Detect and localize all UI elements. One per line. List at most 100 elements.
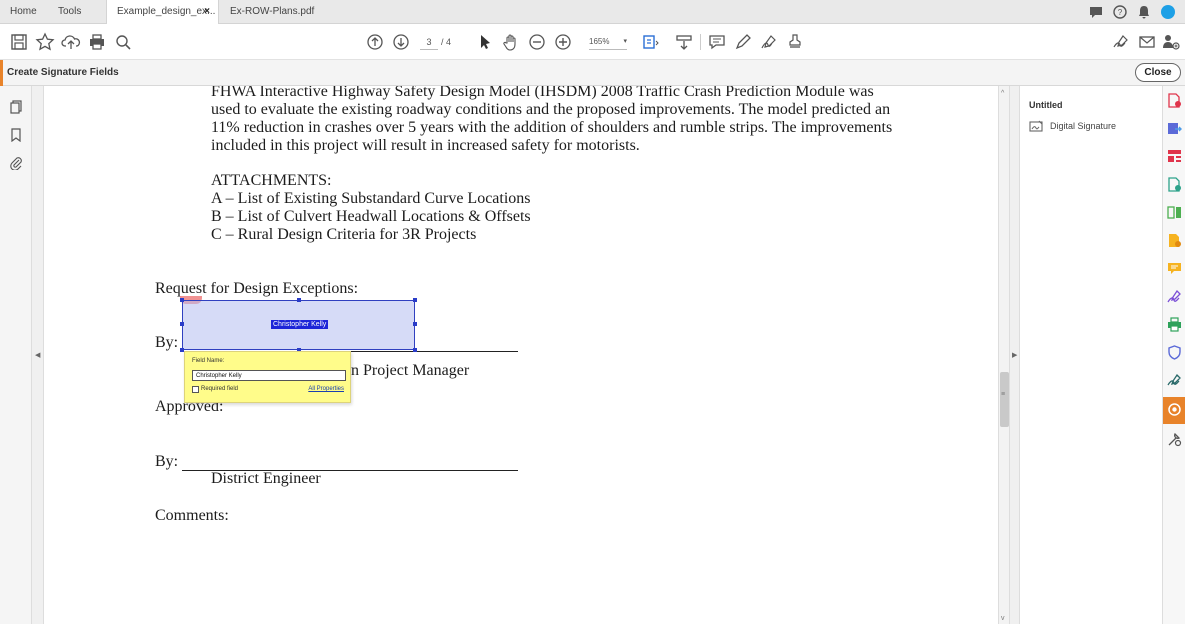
- hand-tool-icon[interactable]: [501, 32, 521, 52]
- required-field-label: Required field: [201, 386, 239, 392]
- paragraph-line: included in this project will result in …: [211, 137, 640, 154]
- document-scrollbar[interactable]: ^ ≡ v: [998, 86, 1010, 624]
- protect-icon[interactable]: [1166, 344, 1183, 361]
- fit-page-icon[interactable]: [641, 32, 661, 52]
- left-nav-rail: [0, 86, 32, 624]
- toolbar-divider: [700, 34, 701, 50]
- attachment-item: B – List of Culvert Headwall Locations &…: [211, 208, 531, 225]
- signature-field[interactable]: Christopher Kelly: [180, 298, 417, 352]
- next-page-icon[interactable]: [391, 32, 411, 52]
- page-number-input[interactable]: 3: [420, 34, 438, 50]
- chevron-down-icon: ▾: [623, 38, 627, 45]
- prepare-form-active[interactable]: [1163, 397, 1185, 424]
- attachment-icon[interactable]: [9, 156, 23, 170]
- resize-handle[interactable]: [180, 322, 184, 326]
- compare-files-icon[interactable]: [1166, 204, 1183, 221]
- required-field-checkbox[interactable]: [192, 386, 199, 393]
- chevron-right-icon: ▶: [1012, 352, 1018, 359]
- organize-pages-icon[interactable]: [1166, 148, 1183, 165]
- comment-tool-rail-icon[interactable]: [1166, 260, 1183, 277]
- comment-tool-icon[interactable]: [707, 32, 727, 52]
- tab-document-label: Example_design_ex...: [117, 6, 216, 17]
- add-user-icon[interactable]: [1161, 32, 1181, 52]
- role-label-1: n Project Manager: [351, 362, 470, 379]
- paragraph-line: FHWA Interactive Highway Safety Design M…: [211, 86, 874, 100]
- left-panel-toggle[interactable]: ◀: [32, 86, 44, 624]
- zoom-out-icon[interactable]: [527, 32, 547, 52]
- attachment-item: A – List of Existing Substandard Curve L…: [211, 190, 531, 207]
- select-cursor-icon[interactable]: [475, 32, 495, 52]
- svg-text:?: ?: [1118, 8, 1123, 17]
- chevron-left-icon: ◀: [35, 352, 41, 359]
- prev-page-icon[interactable]: [365, 32, 385, 52]
- sign-icon[interactable]: [1111, 32, 1131, 52]
- resize-handle[interactable]: [297, 298, 301, 302]
- fields-panel: Untitled Digital Signature: [1020, 86, 1162, 624]
- edit-pdf-icon[interactable]: [1166, 176, 1183, 193]
- resize-handle[interactable]: [413, 348, 417, 352]
- create-pdf-icon[interactable]: [1166, 92, 1183, 109]
- paragraph-line: 11% reduction in crashes over 5 years wi…: [211, 119, 893, 136]
- upload-cloud-icon[interactable]: [61, 32, 81, 52]
- scroll-down-icon[interactable]: v: [1001, 615, 1005, 622]
- email-icon[interactable]: [1137, 32, 1157, 52]
- field-name-label: Field Name:: [192, 358, 225, 364]
- bookmark-icon[interactable]: [9, 128, 23, 142]
- user-avatar-icon[interactable]: [1160, 4, 1176, 20]
- tab-home[interactable]: Home: [10, 0, 37, 24]
- tab-bar: Home Tools Example_design_ex... × Ex-ROW…: [0, 0, 1185, 25]
- comments-label: Comments:: [155, 507, 229, 524]
- print-production-icon[interactable]: [1166, 316, 1183, 333]
- by-label-2: By:: [155, 453, 179, 470]
- zoom-in-icon[interactable]: [553, 32, 573, 52]
- document-page: FHWA Interactive Highway Safety Design M…: [44, 86, 998, 624]
- comment-icon[interactable]: [1088, 4, 1104, 20]
- signature-field-icon: [1029, 120, 1043, 132]
- tab-ex-row-plans[interactable]: Ex-ROW-Plans.pdf: [230, 0, 314, 24]
- highlight-pen-icon[interactable]: [733, 32, 753, 52]
- export-pdf-icon[interactable]: [1166, 120, 1183, 137]
- by-label-1: By:: [155, 334, 179, 351]
- draw-signature-icon[interactable]: [759, 32, 779, 52]
- stamp-icon[interactable]: [785, 32, 805, 52]
- scroll-mode-icon[interactable]: [674, 32, 694, 52]
- save-icon[interactable]: [9, 32, 29, 52]
- request-signature-icon[interactable]: [1166, 288, 1183, 305]
- star-icon[interactable]: [35, 32, 55, 52]
- field-name-input[interactable]: Christopher Kelly: [192, 370, 346, 381]
- attachments-heading: ATTACHMENTS:: [211, 172, 332, 189]
- main-toolbar: 3 / 4 165% ▾: [0, 24, 1185, 60]
- tab-document-active[interactable]: Example_design_ex... ×: [106, 0, 219, 25]
- tool-accent-bar: [0, 60, 3, 86]
- more-tools-icon[interactable]: [1166, 431, 1183, 448]
- paragraph-line: used to evaluate the existing roadway co…: [211, 101, 891, 118]
- zoom-value: 165%: [589, 37, 610, 46]
- page-thumbnails-icon[interactable]: [9, 100, 23, 114]
- field-name-popup: Field Name: Christopher Kelly Required f…: [184, 351, 351, 403]
- fields-panel-title: Untitled: [1029, 100, 1063, 110]
- scrollbar-thumb[interactable]: [1000, 372, 1009, 427]
- help-icon[interactable]: ?: [1112, 4, 1128, 20]
- resize-handle[interactable]: [413, 322, 417, 326]
- prepare-form-icon: [1168, 403, 1181, 416]
- resize-handle[interactable]: [413, 298, 417, 302]
- right-tools-rail: [1162, 86, 1185, 624]
- page-total: / 4: [441, 37, 452, 47]
- certificates-icon[interactable]: [1166, 372, 1183, 389]
- attachment-item: C – Rural Design Criteria for 3R Project…: [211, 226, 477, 243]
- tab-close-icon[interactable]: ×: [204, 0, 210, 24]
- field-list-item-label: Digital Signature: [1050, 121, 1117, 131]
- resize-handle[interactable]: [180, 298, 184, 302]
- bell-icon[interactable]: [1136, 4, 1152, 20]
- all-properties-link[interactable]: All Properties: [308, 386, 344, 392]
- right-panel-toggle[interactable]: ▶: [1010, 86, 1020, 624]
- tab-tools[interactable]: Tools: [58, 0, 81, 24]
- zoom-search-icon[interactable]: [113, 32, 133, 52]
- scroll-up-icon[interactable]: ^: [1001, 90, 1004, 97]
- print-icon[interactable]: [87, 32, 107, 52]
- zoom-select[interactable]: 165% ▾: [589, 34, 627, 50]
- fill-sign-icon[interactable]: [1166, 232, 1183, 249]
- tool-header: Create Signature Fields Close: [0, 60, 1185, 86]
- tool-title: Create Signature Fields: [7, 67, 119, 78]
- close-tool-button[interactable]: Close: [1135, 63, 1181, 82]
